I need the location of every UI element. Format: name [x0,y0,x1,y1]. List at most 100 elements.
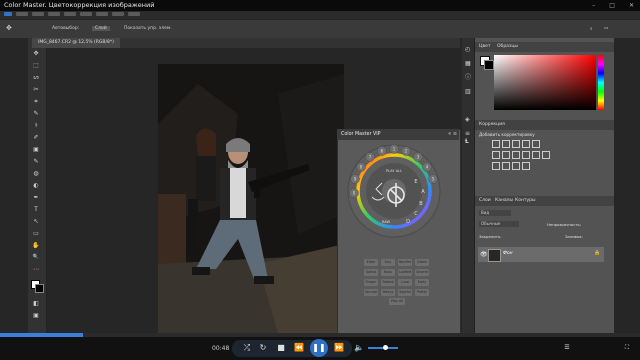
wheel-raw[interactable]: RAW [382,220,391,224]
stamp-tool-icon[interactable]: ▣ [31,146,41,153]
preset-bonfire-button[interactable]: Bonfire [398,259,412,266]
more-tools-icon[interactable]: ⋯ [31,266,41,273]
menu-item[interactable] [96,12,108,16]
preset-elder-button[interactable]: Elder [364,259,378,266]
tab-paths[interactable]: Контуры [515,198,536,203]
previous-icon[interactable]: ⏪ [292,342,306,354]
info-icon[interactable]: ⓘ [465,74,472,81]
threshold-adjust-icon[interactable] [512,162,520,170]
screen-mode-icon[interactable]: ▣ [31,312,41,319]
color-lookup-adjust-icon[interactable] [542,151,550,159]
pen-tool-icon[interactable]: ✒ [31,194,41,201]
wheel-letter-d[interactable]: D [406,219,410,225]
hand-tool-icon[interactable]: ✋ [31,242,41,249]
healing-tool-icon[interactable]: ⚕ [31,122,41,129]
play-all-button[interactable]: Play All [389,298,405,305]
levels-adjust-icon[interactable] [502,140,510,148]
layer-kind-filter[interactable]: Вид [479,210,511,216]
tab-adjustments[interactable]: Коррекция [479,122,505,127]
layer-visibility-eye-icon[interactable]: 👁 [480,251,488,258]
volume-icon[interactable]: 🔈 [352,342,366,354]
preset-greek-button[interactable]: Greek [415,259,429,266]
menu-item[interactable] [64,12,76,16]
move-tool-icon[interactable]: ✥ [31,50,41,57]
preset-airy-button[interactable]: Airy [381,259,395,266]
curves-adjust-icon[interactable] [512,140,520,148]
tab-layers[interactable]: Слои [479,198,491,203]
close-button[interactable]: ✕ [629,0,634,11]
preset-severe-button[interactable]: Severe [415,269,429,276]
panel-menu-icon[interactable]: ≡ [453,129,457,140]
brush-tool-icon[interactable]: ✐ [31,134,41,141]
preset-secular-button[interactable]: Secular [364,289,378,296]
eyedropper-tool-icon[interactable]: ✎ [31,110,41,117]
wheel-letter-a[interactable]: A [421,189,425,195]
path-select-tool-icon[interactable]: ↖ [31,218,41,225]
exposure-adjust-icon[interactable] [522,140,530,148]
tab-color[interactable]: Цвет [479,44,491,49]
menu-item[interactable] [128,12,140,16]
preset-luxe-button[interactable]: Luxe [398,279,412,286]
stop-icon[interactable]: ■ [274,342,288,354]
fullscreen-icon[interactable]: ⛶ [620,342,634,354]
vibrance-adjust-icon[interactable] [532,140,540,148]
workspace-icon[interactable]: ▭ [604,26,608,31]
playlist-icon[interactable]: ☰ [560,342,574,354]
color-master-plugin-icon[interactable]: Ɫ [465,138,472,145]
tab-swatches[interactable]: Образцы [497,44,518,49]
preset-heavy-button[interactable]: Heavy [381,289,395,296]
invert-adjust-icon[interactable] [492,162,500,170]
background-swatch[interactable] [484,60,494,70]
panel-collapse-icon[interactable]: « [448,129,451,140]
quick-mask-icon[interactable]: ◧ [31,300,41,307]
pause-button[interactable]: ❚❚ [310,339,328,357]
color-picker-field[interactable] [494,55,596,110]
color-balance-adjust-icon[interactable] [502,151,510,159]
background-color-swatch[interactable] [35,284,44,293]
tab-channels[interactable]: Каналы [495,198,513,203]
menu-item[interactable] [16,12,28,16]
channel-mixer-adjust-icon[interactable] [532,151,540,159]
preset-salina-button[interactable]: Salina [364,269,378,276]
preset-bass-button[interactable]: Bass [381,269,395,276]
eraser-tool-icon[interactable]: ◍ [31,170,41,177]
move-tool-icon[interactable]: ✥ [6,24,12,32]
blend-mode-select[interactable]: Обычные [479,221,519,227]
document-photo[interactable] [158,64,344,333]
preset-pretty-button[interactable]: Pretty [415,289,429,296]
menu-item[interactable] [48,12,60,16]
shuffle-icon[interactable]: ⤮ [240,342,254,354]
search-icon[interactable]: ⌕ [590,26,593,32]
menu-item[interactable] [112,12,124,16]
document-tab[interactable]: IMG_8467.CR2 @ 12,5% (RGB/8*) [32,38,120,48]
repeat-icon[interactable]: ↻ [256,342,270,354]
bw-adjust-icon[interactable] [512,151,520,159]
paragraph-icon[interactable]: ≡ [465,130,472,137]
brightness-adjust-icon[interactable] [492,140,500,148]
history-icon[interactable]: ◴ [465,46,472,53]
adjustments-icon[interactable]: ◈ [465,116,472,123]
properties-icon[interactable]: ▦ [465,60,472,67]
marquee-tool-icon[interactable]: ⬚ [31,62,41,69]
type-tool-icon[interactable]: T [31,206,41,213]
next-icon[interactable]: ⏩ [332,342,346,354]
libraries-icon[interactable]: ▥ [465,88,472,95]
show-transform-checkbox[interactable]: Показать упр. элем. [124,26,172,31]
crop-tool-icon[interactable]: ✂ [31,86,41,93]
autoselect-select[interactable]: Слой [92,26,110,31]
minimize-button[interactable]: – [592,0,595,11]
gradient-map-adjust-icon[interactable] [522,162,530,170]
frame-tool-icon[interactable]: ⌗ [31,98,41,105]
volume-knob[interactable] [382,345,388,350]
preset-loofied-button[interactable]: Loofied [398,269,412,276]
gradient-tool-icon[interactable]: ◐ [31,182,41,189]
posterize-adjust-icon[interactable] [502,162,510,170]
menu-item[interactable] [80,12,92,16]
hue-sat-adjust-icon[interactable] [492,151,500,159]
shape-tool-icon[interactable]: ▭ [31,230,41,237]
hue-slider[interactable] [598,55,604,110]
menu-item[interactable] [32,12,44,16]
photo-filter-adjust-icon[interactable] [522,151,530,159]
maximize-button[interactable]: □ [609,0,615,11]
wheel-letter-c[interactable]: C [414,211,418,217]
